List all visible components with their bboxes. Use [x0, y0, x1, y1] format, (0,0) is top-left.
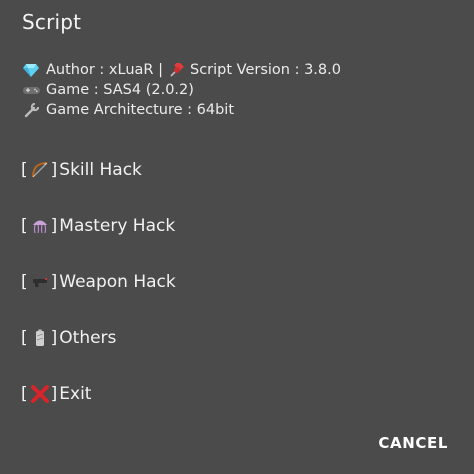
bow-arrow-icon	[29, 159, 51, 181]
bracket-close: ]	[50, 160, 58, 180]
arch-line: Game Architecture : 64bit	[22, 100, 341, 120]
bracket-open: [	[21, 384, 28, 404]
bracket-close: ]	[50, 272, 58, 292]
jellyfish-icon	[29, 215, 51, 237]
menu-item-exit[interactable]: [ ] Exit	[21, 366, 451, 422]
wrench-icon	[22, 102, 40, 118]
menu-item-label: Weapon Hack	[59, 272, 176, 292]
menu-item-label: Mastery Hack	[59, 216, 176, 236]
battery-icon	[29, 327, 51, 349]
bracket-open: [	[21, 216, 28, 236]
gamepad-icon	[22, 82, 40, 98]
bracket-open: [	[21, 272, 28, 292]
gun-icon	[29, 271, 51, 293]
menu-item-others[interactable]: [ ] Others	[21, 310, 451, 366]
bracket-open: [	[21, 160, 28, 180]
menu-item-label: Others	[59, 328, 117, 348]
menu-item-label: Exit	[59, 384, 92, 404]
menu-item-mastery-hack[interactable]: [ ] Mastery Hack	[21, 198, 451, 254]
version-text: Script Version : 3.8.0	[189, 62, 341, 78]
author-text: Author : xLuaR |	[46, 62, 163, 78]
game-line: Game : SAS4 (2.0.2)	[22, 80, 341, 100]
script-info: Author : xLuaR | Script Version : 3.8.0	[22, 60, 341, 120]
menu-item-skill-hack[interactable]: [ ] Skill Hack	[21, 142, 451, 198]
bracket-close: ]	[50, 328, 58, 348]
bracket-close: ]	[50, 216, 58, 236]
gem-icon	[22, 62, 40, 78]
dialog-title: Script	[22, 10, 82, 34]
menu-item-weapon-hack[interactable]: [ ] Weapon Hack	[21, 254, 451, 310]
menu-item-label: Skill Hack	[59, 160, 142, 180]
cross-mark-icon	[29, 383, 51, 405]
pushpin-icon	[169, 62, 185, 78]
author-line: Author : xLuaR | Script Version : 3.8.0	[22, 60, 341, 80]
game-text: Game : SAS4 (2.0.2)	[46, 82, 194, 98]
bracket-open: [	[21, 328, 28, 348]
arch-text: Game Architecture : 64bit	[46, 102, 235, 118]
bracket-close: ]	[50, 384, 58, 404]
script-dialog: Script Author : xLuaR | Script Version :…	[0, 0, 474, 474]
cancel-button[interactable]: CANCEL	[378, 434, 448, 452]
menu-list: [ ] Skill Hack [ ] Mastery Hack [] Weap…	[21, 142, 451, 422]
